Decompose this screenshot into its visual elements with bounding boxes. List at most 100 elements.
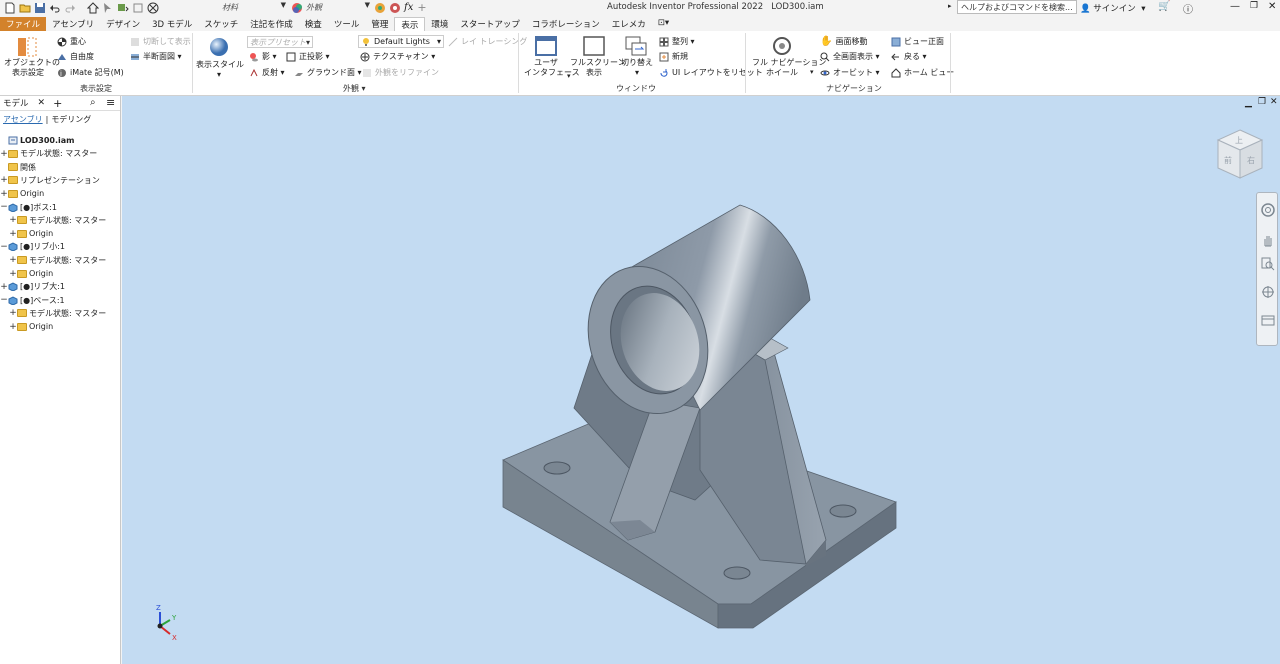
object-visibility-icon[interactable] bbox=[16, 36, 38, 58]
tree-item[interactable]: + モデル状態: マスター bbox=[0, 214, 106, 227]
reset-ui-layout-button[interactable]: UI レイアウトをリセット bbox=[659, 67, 763, 78]
expand-icon[interactable]: + bbox=[0, 149, 8, 159]
user-interface-button[interactable]: ユーザ インタフェース bbox=[524, 58, 580, 78]
tab-design[interactable]: デザイン bbox=[100, 17, 146, 31]
tab-file[interactable]: ファイル bbox=[0, 17, 47, 31]
back-button[interactable]: 戻る ▾ bbox=[891, 51, 927, 62]
minimize-button[interactable]: — bbox=[1230, 1, 1240, 12]
visual-style-icon[interactable] bbox=[208, 36, 230, 58]
home-icon[interactable] bbox=[87, 1, 99, 14]
signin-button[interactable]: 👤 サインイン ▾ bbox=[1080, 2, 1145, 14]
fullscreen-icon[interactable] bbox=[583, 36, 605, 56]
new-icon[interactable] bbox=[4, 2, 16, 14]
adjust-icon[interactable] bbox=[374, 2, 386, 14]
expand-icon[interactable]: + bbox=[9, 308, 17, 318]
tree-item[interactable]: LOD300.iam bbox=[0, 134, 74, 147]
subtab-assembly[interactable]: アセンブリ bbox=[3, 114, 43, 125]
fx-icon[interactable]: fx bbox=[404, 2, 413, 13]
tree-item[interactable]: 関係 bbox=[0, 161, 36, 174]
tree-item[interactable]: + モデル状態: マスター bbox=[0, 254, 106, 267]
appearance-combo[interactable]: 外観 ▼ bbox=[306, 1, 372, 14]
menu-icon[interactable]: ≡ bbox=[106, 96, 115, 109]
tab-inspect[interactable]: 検査 bbox=[299, 17, 328, 31]
tree-item[interactable]: + Origin bbox=[0, 187, 44, 200]
tab-assembly[interactable]: アセンブリ bbox=[46, 17, 100, 31]
full-navigation-wheel-button[interactable]: フル ナビゲーション ホイール bbox=[752, 58, 826, 78]
dof-button[interactable]: 自由度 bbox=[57, 51, 94, 62]
refine-appearance-button[interactable]: 外観をリファイン bbox=[362, 67, 439, 78]
tree-item[interactable]: + [●]リブ大:1 bbox=[0, 280, 65, 293]
tab-3d-model[interactable]: 3D モデル bbox=[146, 17, 198, 31]
arrange-button[interactable]: 整列 ▾ bbox=[659, 36, 695, 47]
tab-sketch[interactable]: スケッチ bbox=[198, 17, 244, 31]
undo-icon[interactable] bbox=[49, 2, 61, 14]
expand-icon[interactable]: + bbox=[0, 189, 8, 199]
switch-window-button[interactable]: 切り替え ▾ bbox=[620, 58, 654, 78]
tab-get-started[interactable]: スタートアップ bbox=[454, 17, 526, 31]
graphics-viewport[interactable]: ▁ ❐ ✕ 上 前 右 Z Y X bbox=[122, 96, 1280, 664]
tab-manage[interactable]: 管理 bbox=[365, 17, 394, 31]
shadow-button[interactable]: 影 ▾ bbox=[249, 51, 277, 62]
tab-collaborate[interactable]: コラボレーション bbox=[526, 17, 606, 31]
add-icon[interactable]: + bbox=[417, 1, 426, 14]
redo-icon[interactable] bbox=[64, 2, 76, 14]
search-icon[interactable]: ⌕ bbox=[90, 97, 96, 108]
clear-icon[interactable] bbox=[389, 2, 401, 14]
tree-item[interactable]: + Origin bbox=[0, 227, 53, 240]
preset-combo[interactable]: 表示プリセット ▾ bbox=[247, 36, 313, 48]
update-icon[interactable] bbox=[117, 2, 129, 14]
3d-model-canvas[interactable] bbox=[122, 96, 1280, 664]
material-combo[interactable]: 材料 ▼ bbox=[222, 1, 288, 14]
tab-elemech[interactable]: エレメカ bbox=[606, 17, 652, 31]
tree-item[interactable]: + モデル状態: マスター bbox=[0, 147, 97, 160]
fullscreen-button[interactable]: フルスクリーン 表示 bbox=[570, 58, 626, 78]
open-icon[interactable] bbox=[19, 2, 31, 14]
object-visibility-button[interactable]: オブジェクトの 表示設定 bbox=[4, 58, 60, 78]
add-icon[interactable]: + bbox=[53, 97, 62, 110]
save-icon[interactable] bbox=[34, 2, 46, 14]
material-icon[interactable] bbox=[147, 2, 159, 14]
help-search-input[interactable]: ヘルプおよびコマンドを検索... bbox=[957, 0, 1077, 14]
center-of-gravity-button[interactable]: 重心 bbox=[57, 36, 86, 47]
expand-icon[interactable]: + bbox=[9, 269, 17, 279]
texture-on-button[interactable]: テクスチャオン ▾ bbox=[360, 51, 435, 62]
ray-tracing-button[interactable]: レイ トレーシング bbox=[448, 36, 527, 47]
tab-environments[interactable]: 環境 bbox=[425, 17, 454, 31]
switch-window-icon[interactable] bbox=[625, 36, 647, 56]
tree-item[interactable]: − [●]ボス:1 bbox=[0, 201, 57, 214]
select-icon[interactable] bbox=[102, 2, 114, 14]
close-icon[interactable]: ✕ bbox=[38, 98, 46, 108]
expand-icon[interactable]: + bbox=[9, 215, 17, 225]
ground-plane-button[interactable]: グラウンド面 ▾ bbox=[294, 67, 362, 78]
restore-button[interactable]: ❐ bbox=[1250, 1, 1258, 11]
tree-item[interactable]: + Origin bbox=[0, 267, 53, 280]
cart-icon[interactable]: 🛒 bbox=[1158, 1, 1170, 12]
tree-item[interactable]: − [●]リブ小:1 bbox=[0, 240, 65, 253]
properties-icon[interactable] bbox=[132, 2, 144, 14]
reflection-button[interactable]: 反射 ▾ bbox=[249, 67, 285, 78]
collapse-icon[interactable]: − bbox=[0, 295, 8, 305]
tree-item[interactable]: + モデル状態: マスター bbox=[0, 307, 106, 320]
imate-glyph-button[interactable]: i iMate 記号(M) bbox=[57, 67, 124, 78]
search-expand-icon[interactable]: ▸ bbox=[948, 2, 952, 10]
half-section-button[interactable]: 半断面図 ▾ bbox=[130, 51, 182, 62]
help-icon[interactable]: ⓘ bbox=[1183, 1, 1193, 16]
tree-item[interactable]: − [●]ベース:1 bbox=[0, 294, 65, 307]
tab-overflow[interactable]: ⊡▾ bbox=[652, 17, 675, 31]
expand-icon[interactable]: + bbox=[9, 255, 17, 265]
tree-item[interactable]: + リプレゼンテーション bbox=[0, 174, 100, 187]
expand-icon[interactable]: + bbox=[0, 282, 8, 292]
tab-tools[interactable]: ツール bbox=[328, 17, 366, 31]
subtab-modeling[interactable]: モデリング bbox=[51, 114, 91, 125]
expand-icon[interactable]: + bbox=[0, 175, 8, 185]
pan-button[interactable]: ✋ 画面移動 bbox=[820, 36, 867, 47]
expand-icon[interactable]: + bbox=[9, 322, 17, 332]
visual-style-button[interactable]: 表示スタイル ▾ bbox=[196, 60, 244, 80]
tree-item[interactable]: + Origin bbox=[0, 320, 53, 333]
appearance-icon[interactable] bbox=[291, 2, 303, 14]
tab-view[interactable]: 表示 bbox=[394, 17, 426, 31]
close-button[interactable]: ✕ bbox=[1268, 1, 1276, 12]
new-window-button[interactable]: 新規 bbox=[659, 51, 688, 62]
browser-tab-model[interactable]: モデル bbox=[0, 97, 32, 109]
zoom-all-button[interactable]: 全画面表示 ▾ bbox=[820, 51, 880, 62]
